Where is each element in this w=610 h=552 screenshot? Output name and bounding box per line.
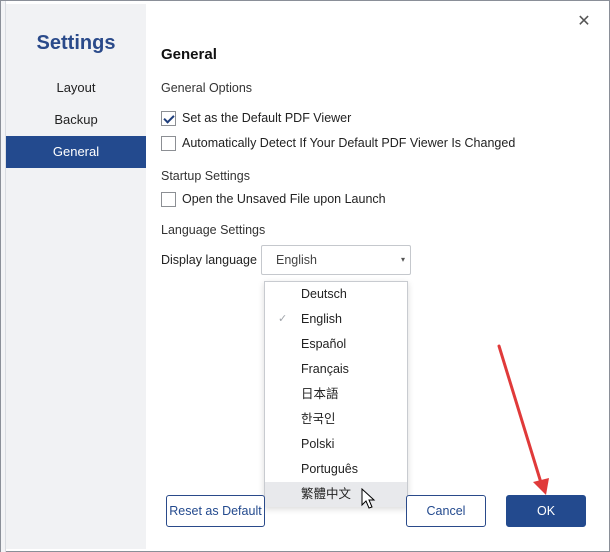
sidebar-item-general[interactable]: General (6, 136, 146, 168)
language-option-espanol[interactable]: Español (265, 332, 407, 357)
display-language-select[interactable]: English ▾ (261, 245, 411, 275)
mouse-pointer-icon (361, 488, 376, 509)
checkmark-icon: ✓ (278, 313, 288, 325)
language-option-portugues[interactable]: Português (265, 457, 407, 482)
language-option-traditional-chinese[interactable]: 繁體中文 (265, 482, 407, 507)
auto-detect-option[interactable]: Automatically Detect If Your Default PDF… (161, 134, 515, 152)
language-option-label: Polski (301, 437, 335, 451)
language-option-deutsch[interactable]: Deutsch (265, 282, 407, 307)
language-option-label: Deutsch (301, 287, 347, 301)
reset-default-button[interactable]: Reset as Default (166, 495, 265, 527)
default-pdf-viewer-checkbox[interactable] (161, 110, 176, 126)
ok-button[interactable]: OK (506, 495, 586, 527)
sidebar-item-layout[interactable]: Layout (6, 72, 146, 104)
startup-settings-heading: Startup Settings (161, 169, 250, 183)
language-dropdown-list: Deutsch ✓ English Español Français 日本語 한… (264, 281, 408, 507)
auto-detect-checkbox[interactable] (161, 135, 176, 151)
language-option-label: English (301, 312, 342, 326)
language-settings-heading: Language Settings (161, 223, 266, 237)
language-option-label: 繁體中文 (301, 487, 352, 501)
language-option-korean[interactable]: 한국인 (265, 407, 407, 432)
sidebar-title: Settings (36, 32, 116, 54)
language-option-english[interactable]: ✓ English (265, 307, 407, 332)
open-unsaved-checkbox[interactable] (161, 191, 176, 207)
page-title: General (161, 46, 217, 63)
language-option-polski[interactable]: Polski (265, 432, 407, 457)
cancel-button[interactable]: Cancel (406, 495, 486, 527)
language-option-label: Español (301, 337, 347, 351)
language-option-japanese[interactable]: 日本語 (265, 382, 407, 407)
default-pdf-viewer-label: Set as the Default PDF Viewer (182, 111, 352, 125)
open-unsaved-option[interactable]: Open the Unsaved File upon Launch (161, 190, 386, 208)
display-language-value: English (276, 253, 317, 267)
general-options-heading: General Options (161, 81, 253, 95)
display-language-label: Display language (161, 253, 257, 267)
language-option-label: Français (301, 362, 349, 376)
language-option-label: 한국인 (301, 412, 336, 426)
language-option-label: 日本語 (301, 387, 339, 401)
open-unsaved-label: Open the Unsaved File upon Launch (182, 192, 386, 206)
default-pdf-viewer-option[interactable]: Set as the Default PDF Viewer (161, 109, 351, 127)
chevron-down-icon: ▾ (400, 255, 405, 264)
sidebar-item-backup[interactable]: Backup (6, 104, 146, 136)
settings-dialog: Settings Layout Backup General ✕ General… (0, 0, 610, 552)
sidebar: Settings Layout Backup General (6, 4, 146, 549)
language-option-label: Português (301, 462, 358, 476)
language-option-francais[interactable]: Français (265, 357, 407, 382)
auto-detect-label: Automatically Detect If Your Default PDF… (182, 136, 516, 150)
